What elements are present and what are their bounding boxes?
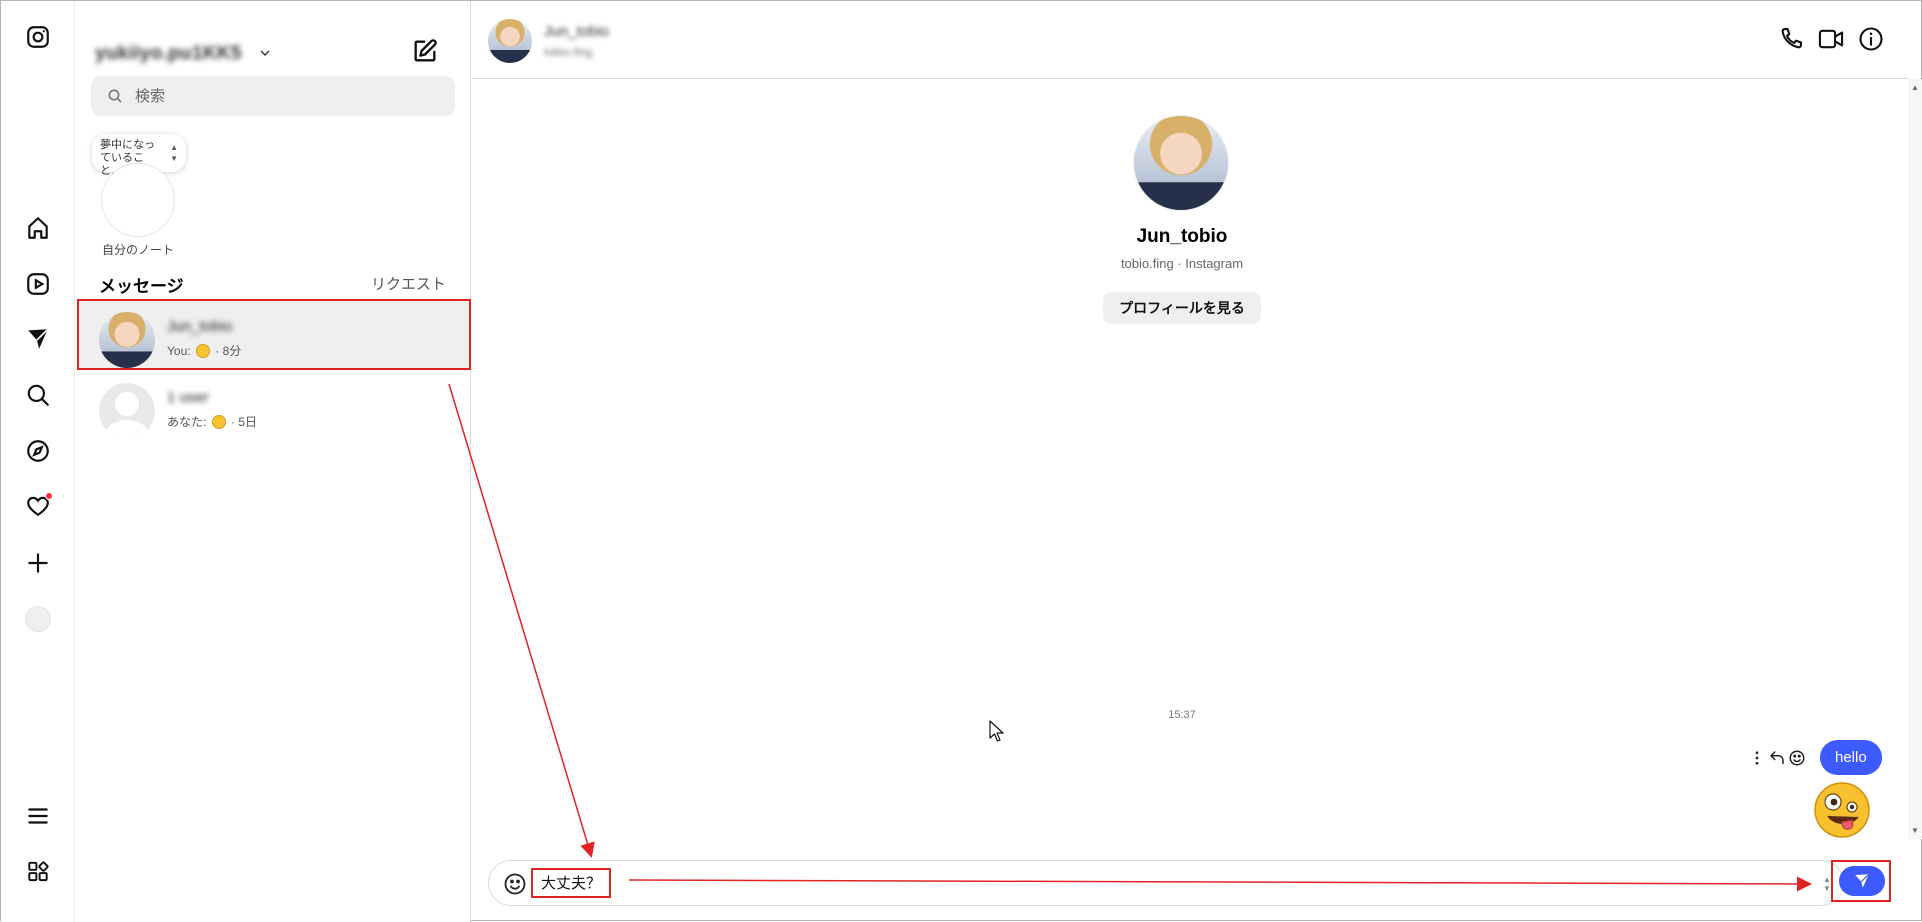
- message-timestamp: 15:37: [1168, 709, 1196, 721]
- search-input[interactable]: [135, 76, 435, 116]
- messages-heading: メッセージ: [99, 277, 184, 296]
- thread-preview-prefix: あなた:: [167, 415, 207, 429]
- nav-rail: [1, 1, 75, 922]
- scroll-up-arrow[interactable]: ▲: [1911, 83, 1919, 92]
- profile-name: Jun_tobio: [1136, 226, 1228, 247]
- more-options-icon[interactable]: [1748, 749, 1766, 767]
- profile-username: tobio.fing · Instagram: [1120, 256, 1244, 271]
- chat-header-username: tobio.fing: [544, 45, 593, 59]
- chat-scrollbar[interactable]: ▲ ▼: [1908, 79, 1922, 839]
- thread-avatar: [99, 312, 155, 368]
- profile-avatar[interactable]: [1133, 115, 1229, 211]
- search-box[interactable]: [91, 76, 455, 116]
- note-caption: 自分のノート: [101, 243, 174, 257]
- send-icon: [1855, 873, 1870, 888]
- conversation-info-icon[interactable]: [1857, 25, 1887, 55]
- sent-message-bubble[interactable]: hello: [1820, 740, 1882, 775]
- send-button-highlight: [1831, 860, 1891, 902]
- thread-preview-time: · 8分: [215, 344, 242, 358]
- send-button[interactable]: [1839, 866, 1885, 896]
- winking-emoji-icon: [195, 344, 210, 358]
- create-icon[interactable]: [21, 546, 55, 580]
- video-call-icon[interactable]: [1817, 25, 1847, 55]
- profile-avatar: [25, 606, 51, 632]
- composer-resize-arrows: ▲ ▼: [1823, 875, 1831, 893]
- chat-header: Jun_tobio tobio.fing: [472, 1, 1908, 79]
- thread-item-jun-tobio[interactable]: Jun_tobio You: · 8分: [77, 299, 471, 370]
- react-emoji-icon[interactable]: [1788, 749, 1806, 767]
- inbox-panel: yukiiyo.pu1KK5 夢中になっていること... ▲▼ 自分のノート メ…: [75, 1, 471, 922]
- search-icon: [108, 89, 122, 103]
- message-composer[interactable]: 大丈夫？ ▲ ▼: [488, 860, 1844, 906]
- chat-header-name[interactable]: Jun_tobio: [544, 23, 609, 40]
- mouse-cursor-icon: [989, 720, 1004, 742]
- thread-item-second[interactable]: 1 user あなた: · 5日: [79, 372, 471, 442]
- chevron-down-icon: [260, 50, 270, 56]
- thread-name: 1 user: [167, 389, 209, 406]
- zany-face-emoji-icon[interactable]: [1812, 780, 1872, 840]
- account-switcher[interactable]: yukiiyo.pu1KK5: [95, 39, 455, 69]
- thread-name: Jun_tobio: [167, 318, 233, 335]
- thread-preview-prefix: You:: [167, 344, 191, 358]
- thread-preview-time: · 5日: [231, 415, 258, 429]
- messages-icon[interactable]: [21, 322, 55, 356]
- message-input[interactable]: 大丈夫？: [531, 868, 612, 898]
- chat-pane: Jun_tobio tobio.fing Jun_tobio tobio.fin…: [472, 1, 1922, 922]
- reply-icon[interactable]: [1768, 749, 1786, 767]
- search-icon[interactable]: [21, 378, 55, 412]
- grinning-emoji-icon: [211, 415, 226, 429]
- notifications-heart-icon[interactable]: [21, 489, 55, 523]
- chat-header-avatar[interactable]: [488, 19, 532, 63]
- emoji-picker-icon[interactable]: [503, 872, 527, 896]
- more-apps-icon[interactable]: [21, 855, 55, 889]
- reels-icon[interactable]: [21, 267, 55, 301]
- instagram-logo-icon[interactable]: [21, 20, 55, 54]
- notification-dot: [45, 492, 53, 500]
- new-message-icon[interactable]: [411, 37, 439, 65]
- explore-icon[interactable]: [21, 434, 55, 468]
- default-avatar: [99, 383, 155, 439]
- phone-call-icon[interactable]: [1777, 25, 1807, 55]
- requests-link[interactable]: リクエスト: [371, 273, 446, 294]
- scroll-down-arrow[interactable]: ▼: [1911, 826, 1919, 835]
- home-icon[interactable]: [21, 211, 55, 245]
- window-frame: yukiiyo.pu1KK5 夢中になっていること... ▲▼ 自分のノート メ…: [0, 0, 1922, 922]
- profile-nav-item[interactable]: [21, 602, 55, 636]
- note-avatar[interactable]: [101, 163, 175, 237]
- menu-icon[interactable]: [21, 799, 55, 833]
- thread-preview: You: · 8分: [167, 342, 241, 359]
- account-name: yukiiyo.pu1KK5: [95, 43, 242, 64]
- note-scroll-arrows: ▲ ▼: [170, 143, 178, 163]
- thread-preview: あなた: · 5日: [167, 413, 257, 430]
- view-profile-button[interactable]: プロフィールを見る: [1103, 292, 1261, 324]
- message-actions: [1748, 747, 1808, 769]
